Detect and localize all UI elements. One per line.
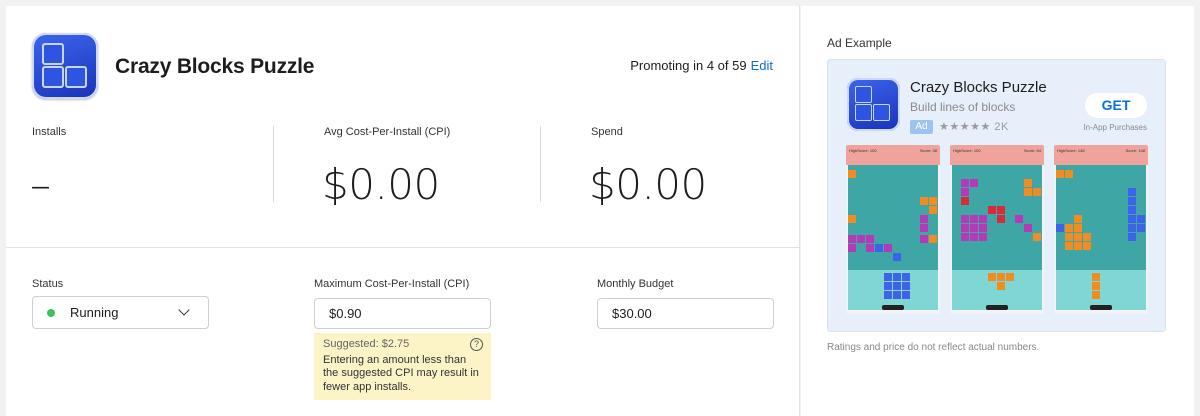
status-dot-icon	[47, 308, 55, 317]
suggested-cpi: Suggested: $2.75	[323, 338, 410, 350]
status-value: Running	[70, 305, 119, 320]
budget-input[interactable]: $30.00	[597, 298, 774, 329]
status-label: Status	[32, 278, 64, 290]
rating-count: 2K	[994, 121, 1009, 133]
suggestion-hint: Entering an amount less than the suggest…	[323, 353, 479, 393]
app-blocks-icon	[32, 33, 98, 99]
ad-app-name: Crazy Blocks Puzzle	[910, 79, 1047, 96]
highscore-text: HighScore: 100	[953, 148, 981, 153]
promotion-count: Promoting in 4 of 59	[630, 58, 747, 73]
rating-stars: ★★★★★ 2K	[939, 120, 1009, 133]
screenshot-1: HighScore: 100 Score: 38	[846, 145, 940, 314]
ad-badge: Ad	[910, 120, 933, 134]
score-text: Score: 84	[1024, 148, 1042, 153]
ad-disclaimer: Ratings and price do not reflect actual …	[827, 342, 1040, 353]
screenshot-2: HighScore: 100 Score: 84	[950, 145, 1044, 314]
metric-spend: Spend $0.00	[589, 126, 791, 209]
score-text: Score: 148	[1126, 148, 1146, 153]
ad-preview-card: Crazy Blocks Puzzle Build lines of block…	[827, 59, 1166, 332]
metric-value: $0.00	[322, 160, 440, 209]
divider	[273, 126, 274, 202]
metric-value: $0.00	[589, 160, 707, 209]
metric-value: –	[30, 160, 51, 209]
help-icon[interactable]: ?	[470, 338, 483, 351]
star-icons: ★★★★★	[939, 121, 991, 133]
metric-label: Avg Cost-Per-Install (CPI)	[324, 126, 451, 138]
metric-label: Spend	[591, 126, 623, 138]
score-text: Score: 38	[920, 148, 938, 153]
max-cpi-input[interactable]: $0.90	[314, 298, 491, 329]
cpi-suggestion-box: Suggested: $2.75 Entering an amount less…	[314, 333, 491, 400]
ad-example-title: Ad Example	[827, 36, 892, 50]
metric-avg-cpi: Avg Cost-Per-Install (CPI) $0.00	[322, 126, 524, 209]
promotion-status: Promoting in 4 of 59 Edit	[630, 58, 773, 73]
get-button[interactable]: GET	[1085, 93, 1147, 118]
ad-example-panel: Ad Example Crazy Blocks Puzzle Build lin…	[801, 6, 1194, 416]
ad-app-subtitle: Build lines of blocks	[910, 100, 1016, 114]
highscore-text: HighScore: 148	[1057, 148, 1085, 153]
status-dropdown[interactable]: Running	[32, 296, 209, 329]
budget-label: Monthly Budget	[597, 278, 674, 290]
edit-link[interactable]: Edit	[751, 58, 773, 73]
in-app-purchases-label: In-App Purchases	[1083, 123, 1147, 132]
campaign-panel: Crazy Blocks Puzzle Promoting in 4 of 59…	[6, 6, 800, 416]
highscore-text: HighScore: 100	[849, 148, 877, 153]
chevron-down-icon	[178, 304, 190, 316]
max-cpi-label: Maximum Cost-Per-Install (CPI)	[314, 278, 470, 290]
metric-installs: Installs –	[30, 126, 232, 209]
app-title: Crazy Blocks Puzzle	[115, 55, 315, 78]
metric-label: Installs	[32, 126, 67, 138]
divider	[540, 126, 541, 202]
section-divider	[6, 247, 800, 248]
app-blocks-icon	[847, 78, 900, 131]
screenshot-3: HighScore: 148 Score: 148	[1054, 145, 1148, 314]
